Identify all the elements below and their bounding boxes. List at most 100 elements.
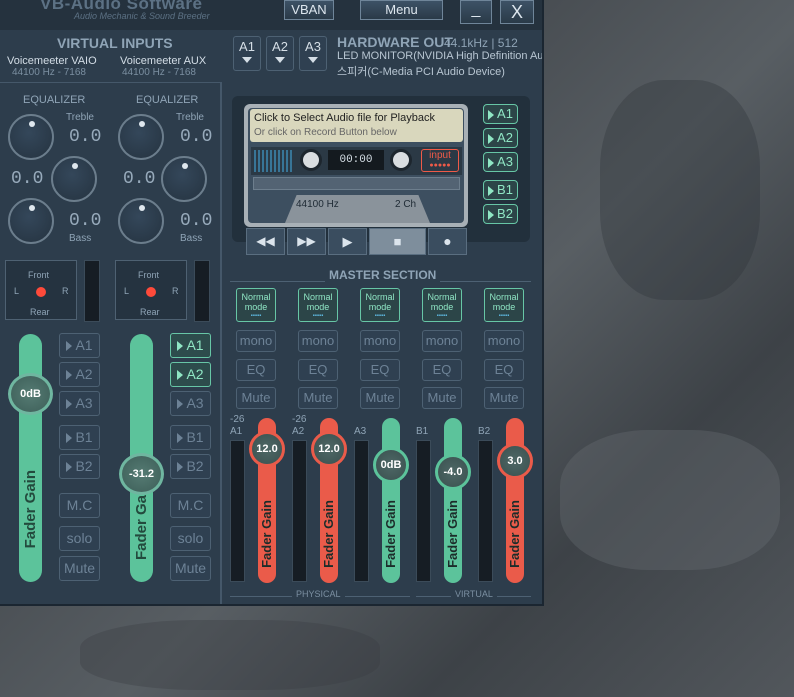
pan-cursor[interactable] (146, 287, 156, 297)
record-instruction: Or click on Record Button below (254, 127, 397, 138)
mono-button[interactable]: mono (298, 330, 338, 352)
mute-button[interactable]: Mute (484, 387, 524, 409)
normal-mode-button[interactable]: Normal mode ▪▪▪▪▪ (422, 288, 462, 322)
bass-knob[interactable] (118, 198, 164, 244)
equalizer-label: EQUALIZER (23, 94, 86, 106)
solo-button[interactable]: solo (170, 526, 211, 551)
vban-button[interactable]: VBAN (284, 0, 334, 20)
bus-a1-button[interactable]: A1 (59, 333, 100, 358)
pan-pad[interactable]: Front L R Rear (5, 260, 77, 320)
hardware-out-a1-selector[interactable]: A1 (233, 36, 261, 71)
pan-front-label: Front (28, 270, 50, 280)
pan-left-label: L (124, 286, 130, 296)
bus-a3-button[interactable]: A3 (59, 391, 100, 416)
normal-mode-label: Normal mode (489, 292, 519, 312)
fader-handle[interactable]: 0dB (373, 447, 409, 483)
normal-mode-button[interactable]: Normal mode ▪▪▪▪▪ (236, 288, 276, 322)
bus-b2-button[interactable]: B2 (170, 454, 211, 479)
mute-button[interactable]: Mute (59, 556, 100, 581)
virtual-label: VIRTUAL (451, 589, 497, 599)
eq-button[interactable]: EQ (360, 359, 400, 381)
player-bus-a3-button[interactable]: A3 (483, 152, 518, 172)
hardware-out-title: HARDWARE OUT (337, 34, 453, 50)
fast-forward-button[interactable]: ▶▶ (287, 228, 326, 255)
play-arrow-icon (177, 341, 184, 352)
bus-b1-button[interactable]: B1 (59, 425, 100, 450)
minimize-button[interactable]: _ (460, 0, 492, 24)
mid-knob[interactable] (161, 156, 207, 202)
play-button[interactable]: ▶ (328, 228, 367, 255)
pan-cursor[interactable] (36, 287, 46, 297)
tape-reel-left-icon (300, 149, 322, 171)
fader-handle[interactable]: 12.0 (249, 431, 285, 467)
bass-knob[interactable] (8, 198, 54, 244)
progress-bar[interactable] (253, 177, 460, 190)
fader-handle[interactable]: 3.0 (497, 443, 533, 479)
solo-button[interactable]: solo (59, 526, 100, 551)
knob-indicator (182, 163, 188, 169)
eq-button[interactable]: EQ (422, 359, 462, 381)
treble-knob[interactable] (8, 114, 54, 160)
mute-button[interactable]: Mute (422, 387, 462, 409)
level-meter (84, 260, 100, 322)
normal-mode-button[interactable]: Normal mode ▪▪▪▪▪ (484, 288, 524, 322)
pan-rear-label: Rear (140, 307, 160, 317)
strip-name-vaio[interactable]: Voicemeeter VAIO (7, 55, 97, 67)
hardware-out-a3-selector[interactable]: A3 (299, 36, 327, 71)
player-bus-b2-button[interactable]: B2 (483, 204, 518, 224)
mid-value: 0.0 (123, 169, 156, 189)
mono-button[interactable]: mono (236, 330, 276, 352)
strip-rate-aux: 44100 Hz - 7168 (122, 67, 196, 78)
fader-handle[interactable]: -4.0 (435, 454, 471, 490)
mute-button[interactable]: Mute (298, 387, 338, 409)
fader-handle[interactable]: 0dB (8, 373, 53, 415)
pan-rear-label: Rear (30, 307, 50, 317)
mono-button[interactable]: mono (422, 330, 462, 352)
bus-a1-button[interactable]: A1 (170, 333, 211, 358)
mc-button[interactable]: M.C (59, 493, 100, 518)
bus-b1-button[interactable]: B1 (170, 425, 211, 450)
eq-button[interactable]: EQ (236, 359, 276, 381)
mc-button[interactable]: M.C (170, 493, 211, 518)
input-dots-icon: ●●●●● (429, 162, 451, 169)
level-dots (254, 150, 292, 172)
mono-button[interactable]: mono (484, 330, 524, 352)
bus-a3-button[interactable]: A3 (170, 391, 211, 416)
player-bus-a2-button[interactable]: A2 (483, 128, 518, 148)
player-bus-a1-button[interactable]: A1 (483, 104, 518, 124)
mono-button[interactable]: mono (360, 330, 400, 352)
rewind-button[interactable]: ◀◀ (246, 228, 285, 255)
normal-mode-button[interactable]: Normal mode ▪▪▪▪▪ (298, 288, 338, 322)
normal-mode-label: Normal mode (303, 292, 333, 312)
strip-name-aux[interactable]: Voicemeeter AUX (120, 55, 206, 67)
hardware-out-rate: 44.1kHz | 512 (444, 36, 518, 50)
normal-mode-button[interactable]: Normal mode ▪▪▪▪▪ (360, 288, 400, 322)
pan-pad[interactable]: Front L R Rear (115, 260, 187, 320)
hardware-out-a2-selector[interactable]: A2 (266, 36, 294, 71)
mute-button[interactable]: Mute (360, 387, 400, 409)
bus-a2-button[interactable]: A2 (59, 362, 100, 387)
mid-knob[interactable] (51, 156, 97, 202)
play-arrow-icon (177, 433, 184, 444)
fader-gain-value: 0dB (20, 388, 41, 400)
bus-a2-button[interactable]: A2 (170, 362, 211, 387)
treble-knob[interactable] (118, 114, 164, 160)
bass-label: Bass (180, 233, 203, 244)
bus-label: B2 (478, 426, 491, 437)
hardware-device-2: 스피커(C-Media PCI Audio Device) (337, 66, 505, 78)
record-button[interactable]: ● (428, 228, 467, 255)
stop-button[interactable]: ■ (369, 228, 426, 255)
eq-button[interactable]: EQ (484, 359, 524, 381)
close-button[interactable]: X (500, 0, 534, 24)
input-select-button[interactable]: input ●●●●● (421, 149, 459, 172)
mute-button[interactable]: Mute (236, 387, 276, 409)
fader-handle[interactable]: 12.0 (311, 431, 347, 467)
eq-button[interactable]: EQ (298, 359, 338, 381)
bus-b2-button[interactable]: B2 (59, 454, 100, 479)
pan-right-label: R (172, 286, 179, 296)
fader-handle[interactable]: -31.2 (119, 453, 164, 495)
menu-button[interactable]: Menu (360, 0, 443, 20)
play-arrow-icon (488, 185, 495, 196)
player-bus-b1-button[interactable]: B1 (483, 180, 518, 200)
mute-button[interactable]: Mute (170, 556, 211, 581)
